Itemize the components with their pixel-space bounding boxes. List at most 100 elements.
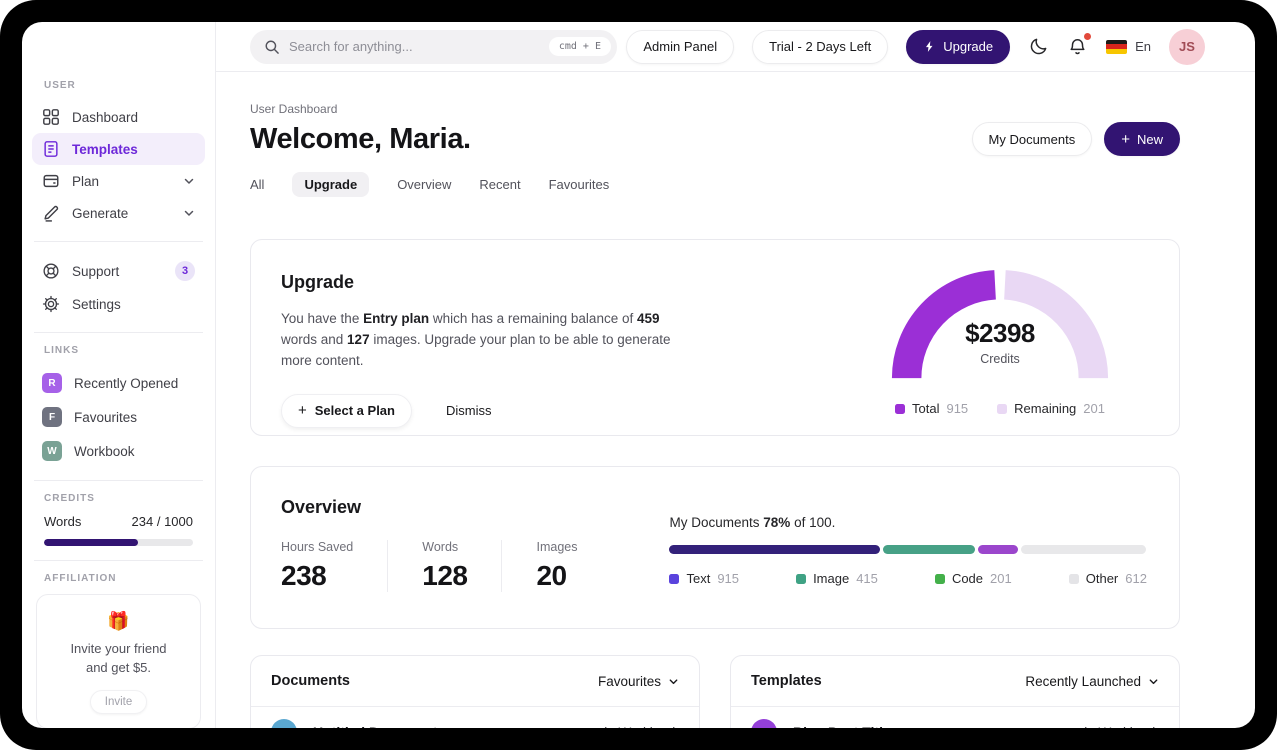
gauge-total-label: Total	[912, 401, 940, 416]
credits-words-label: Words	[44, 514, 82, 529]
pencil-icon	[42, 204, 60, 222]
sidebar-item-label: Settings	[72, 296, 121, 312]
credits-words-value: 234 / 1000	[131, 514, 193, 529]
sidebar-item-label: Favourites	[74, 409, 138, 425]
moon-icon	[1028, 36, 1049, 57]
search-input[interactable]	[289, 39, 540, 54]
templates-filter-dropdown[interactable]: Recently Launched	[1025, 674, 1159, 689]
lightning-bolt-icon	[923, 40, 936, 53]
legend-swatch	[796, 573, 807, 584]
sidebar-item-dashboard[interactable]: Dashboard	[32, 101, 205, 133]
invite-button[interactable]: Invite	[89, 689, 148, 714]
wallet-icon	[42, 172, 60, 190]
document-avatar	[271, 719, 297, 728]
gauge-amount: $2398	[965, 318, 1035, 348]
link-initial-badge: W	[42, 441, 62, 461]
gauge-remaining-swatch	[997, 403, 1008, 414]
documents-progress-legend: Text 915 Image 415 Code 201 Other 612	[669, 571, 1149, 586]
user-avatar[interactable]: JS	[1169, 28, 1205, 65]
chevron-down-icon	[183, 175, 195, 187]
sidebar-item-label: Generate	[72, 205, 129, 221]
document-name: Untitled Document	[313, 724, 437, 728]
page-title: Welcome, Maria.	[250, 122, 471, 155]
select-plan-button[interactable]: + Select a Plan	[281, 393, 412, 428]
gift-icon: 🎁	[107, 611, 130, 631]
tab-upgrade[interactable]: Upgrade	[292, 172, 370, 197]
tab-recent[interactable]: Recent	[479, 172, 520, 197]
stat-words: Words 128	[387, 540, 501, 592]
legend-item-image: Image 415	[796, 571, 878, 586]
lifebuoy-icon	[42, 262, 60, 280]
templates-document-icon	[42, 140, 60, 158]
support-count-badge: 3	[175, 261, 195, 281]
notifications-button[interactable]	[1067, 33, 1092, 57]
upgrade-card: Upgrade You have the Entry plan which ha…	[250, 239, 1180, 436]
legend-item-code: Code 201	[934, 571, 1012, 586]
main-area: cmd + E Admin Panel Trial - 2 Days Left …	[216, 22, 1255, 728]
credits-gauge: $2398 Credits Total 915 Remaining 201	[891, 270, 1109, 416]
page-content: User Dashboard Welcome, Maria. My Docume…	[216, 72, 1255, 728]
affiliation-text-line1: Invite your friend	[70, 641, 167, 656]
sidebar-link-workbook[interactable]: W Workbook	[32, 434, 205, 468]
sidebar-item-support[interactable]: Support 3	[32, 254, 205, 288]
templates-card-title: Templates	[751, 673, 822, 689]
list-item[interactable]: Untitled Document in Workbook	[251, 707, 699, 728]
sidebar-item-plan[interactable]: Plan	[32, 165, 205, 197]
chevron-down-icon	[668, 676, 679, 687]
sidebar-section-links: LINKS	[44, 345, 79, 356]
tab-overview[interactable]: Overview	[397, 172, 451, 197]
tab-favourites[interactable]: Favourites	[549, 172, 610, 197]
stat-hours-saved: Hours Saved 238	[281, 540, 354, 591]
language-selector[interactable]: En	[1106, 39, 1151, 54]
sidebar-item-generate[interactable]: Generate	[32, 197, 205, 229]
overview-card-title: Overview	[281, 497, 362, 517]
search-shortcut-hint: cmd + E	[548, 37, 611, 56]
plus-icon: +	[1121, 130, 1130, 148]
link-initial-badge: F	[42, 407, 62, 427]
gauge-legend: Total 915 Remaining 201	[891, 401, 1109, 416]
overview-card: Overview Hours Saved 238 Words 128 Image…	[250, 466, 1180, 629]
sidebar-item-label: Workbook	[74, 443, 135, 459]
tab-all[interactable]: All	[250, 172, 264, 197]
admin-panel-button[interactable]: Admin Panel	[626, 29, 735, 64]
upgrade-button[interactable]: Upgrade	[906, 29, 1011, 64]
affiliation-text-line2: and get $5.	[85, 659, 152, 675]
sidebar-divider	[34, 560, 203, 561]
template-avatar	[751, 719, 777, 728]
dark-mode-toggle[interactable]	[1028, 36, 1049, 57]
sidebar-link-favourites[interactable]: F Favourites	[32, 400, 205, 434]
documents-progress-caption: My Documents 78% of 100.	[669, 515, 836, 530]
chevron-down-icon	[1148, 676, 1159, 687]
german-flag-icon	[1106, 39, 1128, 54]
dashboard-grid-icon	[42, 108, 60, 126]
sidebar-item-label: Plan	[72, 173, 100, 189]
gear-icon	[42, 295, 60, 313]
new-button[interactable]: + New	[1104, 122, 1180, 156]
documents-card: Documents Favourites Untitled Document i…	[250, 655, 700, 728]
sidebar-divider	[34, 480, 203, 481]
documents-card-title: Documents	[271, 673, 350, 689]
trial-status-badge[interactable]: Trial - 2 Days Left	[752, 29, 889, 64]
legend-item-text: Text 915	[669, 571, 739, 586]
list-item[interactable]: Blog Post Title in Workbook	[731, 707, 1179, 728]
sidebar-item-templates[interactable]: Templates	[32, 133, 205, 165]
gauge-total-swatch	[895, 403, 905, 414]
affiliation-card: 🎁 Invite your friend and get $5. Invite	[36, 594, 201, 728]
upgrade-card-body: You have the Entry plan which has a rema…	[281, 311, 671, 368]
credits-progress-track	[44, 539, 193, 546]
credits-progress-fill	[44, 539, 138, 546]
link-initial-badge: R	[42, 373, 62, 393]
template-location: in Workbook	[1084, 725, 1159, 729]
legend-item-other: Other 612	[1068, 571, 1147, 586]
sidebar-item-settings[interactable]: Settings	[32, 288, 205, 320]
search-bar[interactable]: cmd + E	[250, 29, 617, 64]
breadcrumb: User Dashboard	[250, 102, 338, 116]
sidebar-divider	[34, 332, 203, 333]
dismiss-button[interactable]: Dismiss	[446, 403, 492, 418]
sidebar-section-user: USER	[44, 80, 76, 91]
sidebar-item-label: Support	[72, 263, 120, 279]
documents-filter-dropdown[interactable]: Favourites	[598, 674, 679, 689]
sidebar: USER Dashboard Templates Plan Generate S…	[22, 22, 216, 728]
my-documents-button[interactable]: My Documents	[971, 122, 1093, 156]
sidebar-link-recently-opened[interactable]: R Recently Opened	[32, 366, 205, 400]
